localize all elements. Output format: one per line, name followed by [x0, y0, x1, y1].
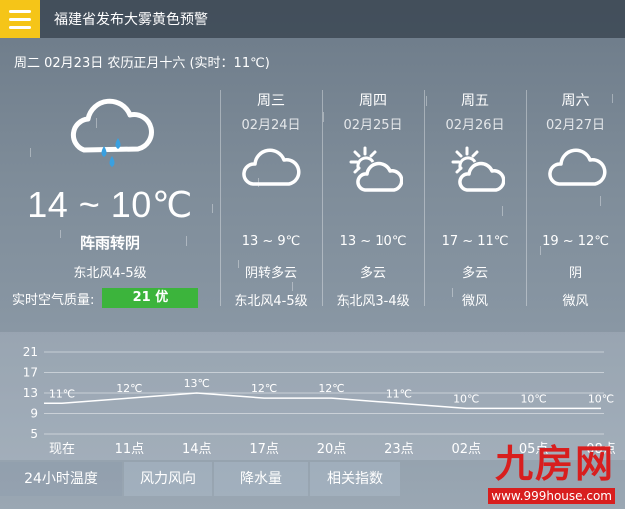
point-label: 10℃ — [520, 392, 546, 405]
point-label: 13℃ — [184, 377, 210, 390]
point-label: 10℃ — [453, 392, 479, 405]
point-label: 12℃ — [251, 382, 277, 395]
today-panel: 14 ~ 10℃ 阵雨转阴 东北风4-5级 实时空气质量: 21 优 — [0, 80, 220, 312]
chart-tabs: 24小时温度 风力风向 降水量 相关指数 — [0, 462, 402, 496]
menu-icon — [9, 25, 31, 29]
current-date: 周二 02月23日 农历正月十六 (实时：11℃) — [14, 56, 270, 71]
x-tick-label: 现在 — [49, 442, 75, 457]
forecast-temp: 17 ~ 11℃ — [441, 234, 509, 249]
point-label: 12℃ — [318, 382, 344, 395]
cloud-icon — [241, 144, 301, 194]
today-temp-range: 14 ~ 10℃ — [27, 184, 193, 225]
forecast-day-label: 周四 — [359, 93, 387, 109]
today-wind: 东北风4-5级 — [73, 266, 147, 281]
forecast-day-4[interactable]: 周六 02月27日 19 ~ 12℃ 阴 微风 — [526, 86, 625, 310]
forecast-condition: 阴 — [568, 266, 582, 281]
forecast-wind: 东北风3-4级 — [336, 294, 410, 309]
forecast-temp: 13 ~ 9℃ — [241, 234, 301, 249]
menu-icon — [9, 17, 31, 21]
forecast-day-label: 周三 — [257, 93, 285, 109]
forecast-date: 02月26日 — [445, 118, 505, 133]
sun-cloud-icon — [343, 144, 404, 200]
y-tick-label: 13 — [23, 386, 38, 400]
menu-button[interactable] — [0, 0, 40, 38]
forecast-day-2[interactable]: 周四 02月25日 13 ~ 10℃ 多云 东北风3-4级 — [322, 86, 424, 310]
forecast-day-3[interactable]: 周五 02月26日 17 ~ 11℃ 多云 微风 — [424, 86, 526, 310]
forecast-condition: 多云 — [461, 266, 488, 281]
forecast-day-label: 周五 — [461, 93, 489, 109]
temp-line — [44, 392, 601, 410]
point-label: 12℃ — [116, 382, 142, 395]
alert-title[interactable]: 福建省发布大雾黄色预警 — [54, 9, 208, 29]
forecast-wind: 微风 — [562, 294, 589, 309]
forecast-day-label: 周六 — [561, 93, 590, 109]
point-label: 11℃ — [386, 387, 412, 400]
forecast-wind: 东北风4-5级 — [234, 294, 308, 309]
point-label: 10℃ — [588, 392, 614, 405]
forecast-wind: 微风 — [461, 294, 488, 309]
forecast-date: 02月27日 — [545, 118, 606, 133]
point-label: 11℃ — [49, 387, 75, 400]
x-tick-label: 17点 — [249, 442, 279, 457]
sun-cloud-icon — [445, 144, 506, 200]
tab-wind[interactable]: 风力风向 — [124, 462, 212, 496]
forecast-temp: 13 ~ 10℃ — [339, 234, 407, 249]
watermark-url: www.999house.com — [488, 488, 615, 504]
air-quality-row: 实时空气质量: 21 优 — [12, 288, 199, 308]
x-tick-label: 20点 — [317, 442, 347, 457]
x-tick-label: 23点 — [384, 442, 414, 457]
x-tick-label: 11点 — [115, 442, 145, 457]
menu-icon — [9, 9, 31, 13]
x-tick-label: 14点 — [182, 442, 212, 457]
today-condition: 阵雨转阴 — [79, 234, 140, 252]
y-tick-label: 21 — [23, 345, 38, 359]
y-tick-label: 9 — [30, 407, 38, 421]
y-tick-label: 17 — [23, 366, 38, 380]
watermark: 九房网 www.999house.com — [469, 440, 619, 506]
forecast-temp: 19 ~ 12℃ — [542, 234, 609, 249]
forecast-condition: 多云 — [359, 266, 386, 281]
y-tick-label: 5 — [30, 427, 38, 441]
forecast-condition: 阴转多云 — [244, 266, 297, 281]
forecast-date: 02月24日 — [241, 118, 301, 133]
air-quality-label: 实时空气质量: — [12, 292, 95, 308]
tab-24h-temp[interactable]: 24小时温度 — [0, 462, 122, 496]
air-quality-badge[interactable]: 21 优 — [102, 288, 199, 308]
watermark-logo: 九房网 — [494, 442, 615, 486]
alert-header: 福建省发布大雾黄色预警 — [0, 0, 625, 38]
forecast-date: 02月25日 — [343, 118, 403, 133]
tab-precipitation[interactable]: 降水量 — [214, 462, 308, 496]
cloud-rain-icon — [64, 94, 156, 180]
cloud-icon — [547, 144, 607, 194]
forecast-day-1[interactable]: 周三 02月24日 13 ~ 9℃ 阴转多云 东北风4-5级 — [220, 86, 322, 310]
tab-indices[interactable]: 相关指数 — [310, 462, 400, 496]
